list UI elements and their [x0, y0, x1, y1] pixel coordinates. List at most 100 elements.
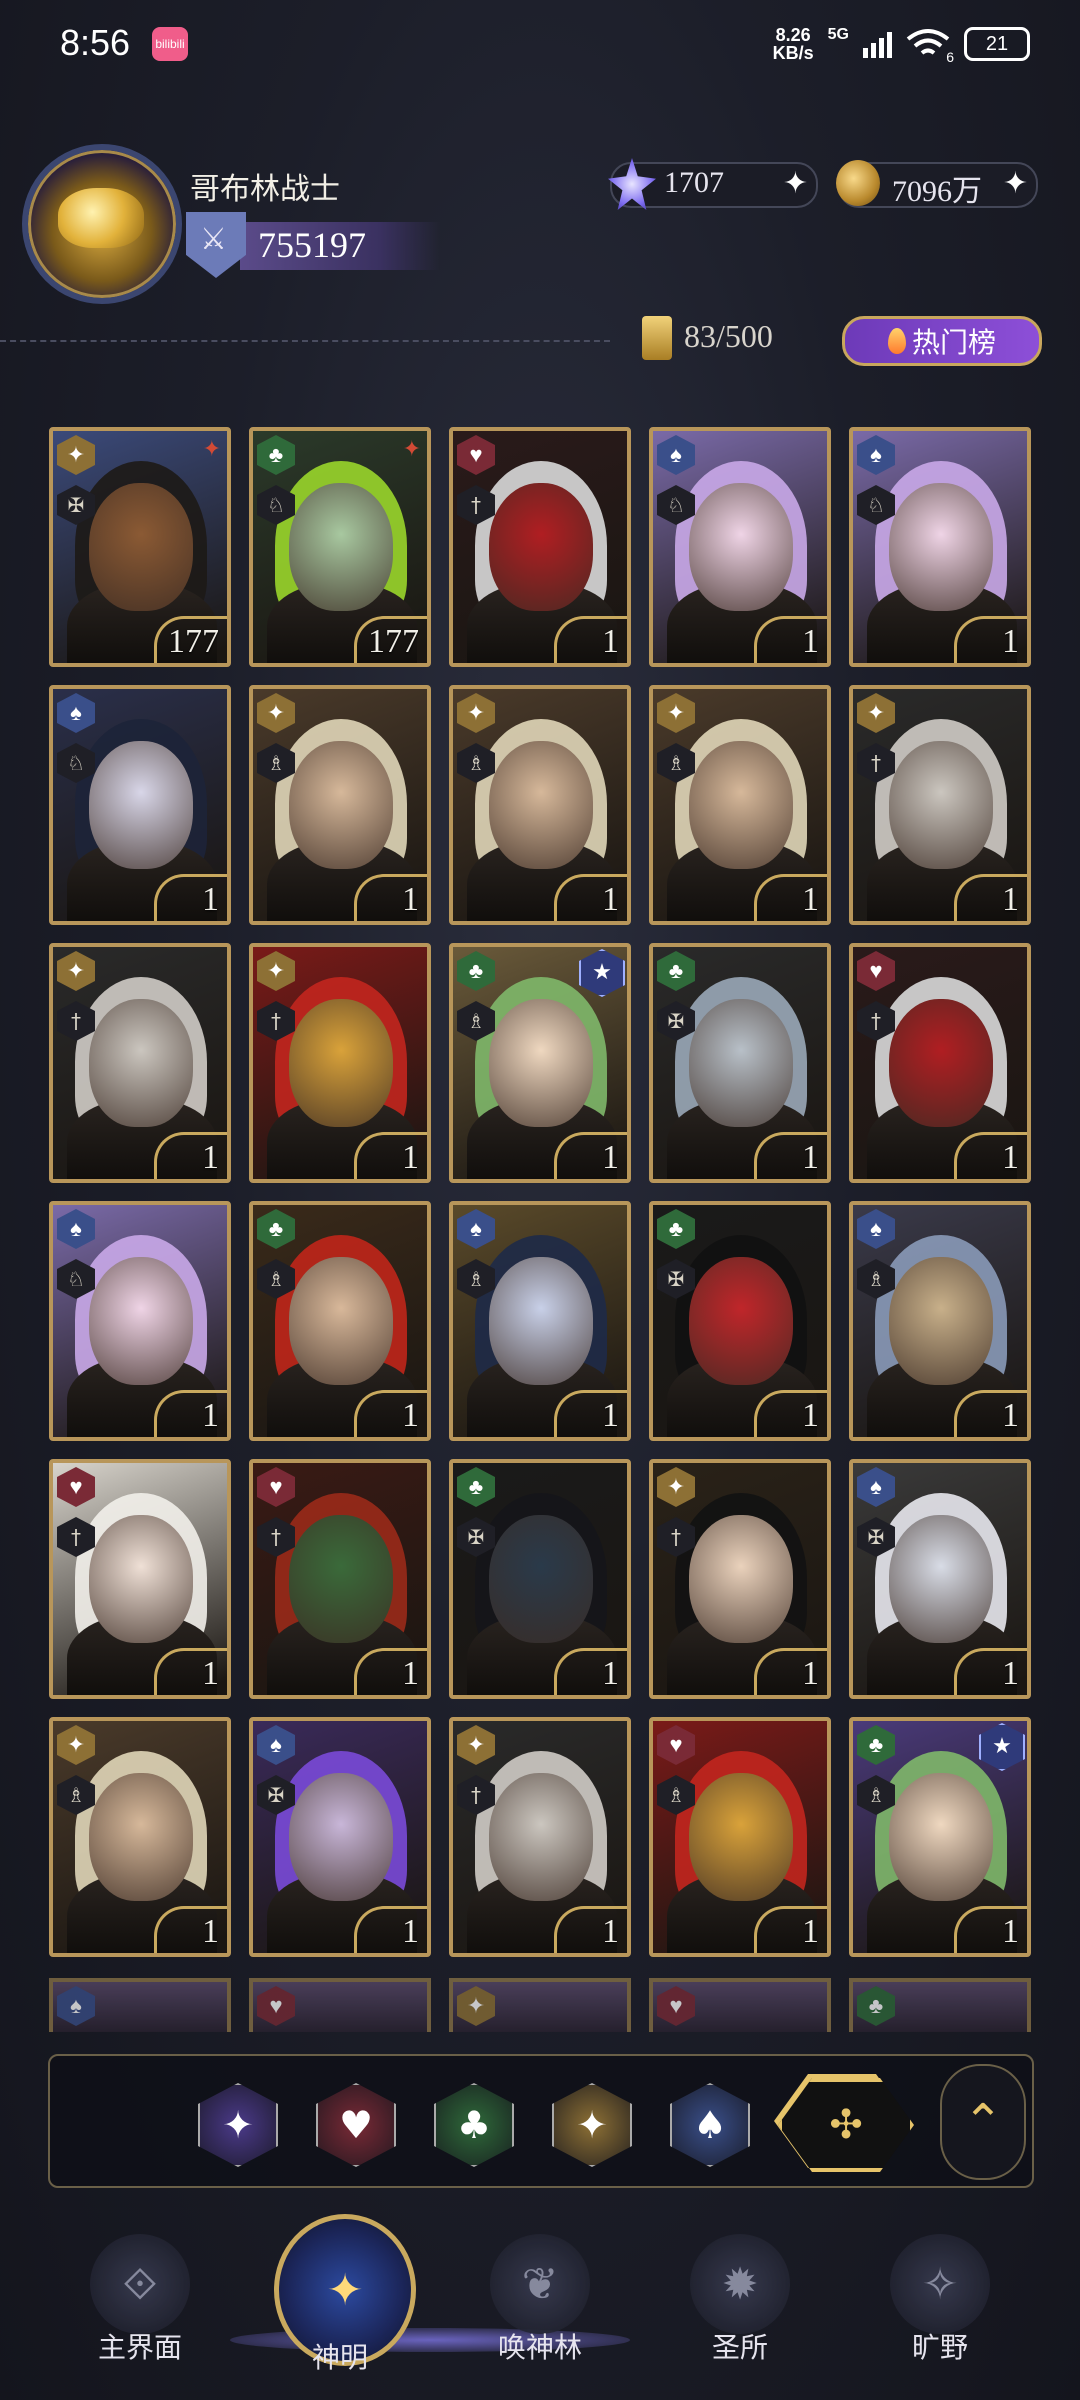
god-card[interactable]: ♣ ♘ ✦ 177	[249, 427, 431, 667]
nav-tab-icon: ✹	[690, 2234, 790, 2334]
card-level: 1	[202, 1913, 219, 1950]
god-card-partial[interactable]: ♥	[249, 1978, 431, 2032]
filter-heart-button[interactable]: ♥	[316, 2083, 396, 2167]
new-mark-icon: ✦	[202, 437, 221, 462]
card-level: 1	[202, 881, 219, 918]
god-card[interactable]: ♥ † 1	[49, 1459, 231, 1699]
golden-frog-icon	[58, 188, 144, 248]
red-heart-suit-icon: ♥	[657, 1986, 695, 2026]
nav-tab-icon: ⟐	[90, 2234, 190, 2334]
god-card[interactable]: ♥ † 1	[449, 427, 631, 667]
god-card-partial[interactable]: ♣	[849, 1978, 1031, 2032]
nav-tab-label: 神明	[311, 2341, 368, 2374]
god-card[interactable]: ♣ ♗ 1	[249, 1201, 431, 1441]
filter-club-button[interactable]: ♣	[434, 2083, 514, 2167]
god-card[interactable]: ✦ ♗ 1	[49, 1717, 231, 1957]
gold-currency[interactable]: 7096万 ✦	[836, 160, 1038, 208]
god-card[interactable]: ✦ † 1	[249, 943, 431, 1183]
card-level: 1	[602, 881, 619, 918]
hot-ranking-label: 热门榜	[911, 326, 996, 359]
god-card[interactable]: ♠ ♘ 1	[849, 427, 1031, 667]
god-card[interactable]: ♣ ✠ 1	[649, 1201, 831, 1441]
suit-filter-bar: ✦ ♥ ♣ ✦ ♠ ✣ ⌃	[48, 2054, 1034, 2188]
add-gold-icon[interactable]: ✦	[1003, 166, 1028, 201]
nav-tab-4[interactable]: ✧ 旷野	[840, 2230, 1040, 2370]
nav-tab-label: 旷野	[911, 2331, 968, 2364]
god-card[interactable]: ♠ ♘ 1	[49, 1201, 231, 1441]
nav-tab-label: 主界面	[97, 2331, 182, 2364]
bilibili-app-icon: bilibili	[152, 27, 188, 61]
filter-purple-star-button[interactable]: ✦	[198, 2083, 278, 2167]
card-level: 1	[802, 1139, 819, 1176]
new-mark-icon: ✦	[402, 437, 421, 462]
god-card[interactable]: ♠ ♗ 1	[449, 1201, 631, 1441]
card-capacity: 83/500	[642, 316, 792, 362]
god-card[interactable]: ♣ ♗ ★ 1	[849, 1717, 1031, 1957]
filter-sparkle-button[interactable]: ✦	[552, 2083, 632, 2167]
nav-tab-3[interactable]: ✹ 圣所	[640, 2230, 840, 2370]
god-card[interactable]: ✦ ♗ 1	[449, 685, 631, 925]
card-level: 1	[602, 623, 619, 660]
god-card[interactable]: ♣ ✠ 1	[649, 943, 831, 1183]
god-card-partial[interactable]: ♠	[49, 1978, 231, 2032]
status-bar: 8:56 bilibili 8.26 KB/s 5G 6 21	[0, 0, 1080, 92]
header-divider	[0, 340, 610, 342]
god-card-partial[interactable]: ✦	[449, 1978, 631, 2032]
crossed-swords-icon: ⚔	[186, 212, 246, 278]
god-card[interactable]: ✦ † 1	[49, 943, 231, 1183]
sparkle-icon: ✦	[576, 2103, 608, 2147]
card-stack-icon	[642, 316, 672, 360]
add-gem-icon[interactable]: ✦	[783, 166, 808, 201]
nav-tab-0[interactable]: ⟐ 主界面	[40, 2230, 240, 2370]
red-heart-suit-icon: ♥	[257, 1986, 295, 2026]
filter-spade-button[interactable]: ♠	[670, 2083, 750, 2167]
god-card[interactable]: ♥ † 1	[249, 1459, 431, 1699]
god-card[interactable]: ♣ ✠ 1	[449, 1459, 631, 1699]
god-card[interactable]: ♠ ♘ 1	[49, 685, 231, 925]
god-card[interactable]: ♣ ♗ ★ 1	[449, 943, 631, 1183]
nav-tab-2[interactable]: ❦ 唤神林	[440, 2230, 640, 2370]
nav-tab-icon: ❦	[490, 2234, 590, 2334]
god-card[interactable]: ♠ ✠ 1	[849, 1459, 1031, 1699]
god-card[interactable]: ✦ † 1	[649, 1459, 831, 1699]
god-card[interactable]: ♠ ♗ 1	[849, 1201, 1031, 1441]
power-value: 755197	[258, 225, 366, 265]
god-card[interactable]: ♥ † 1	[849, 943, 1031, 1183]
network-type: 5G	[827, 26, 849, 43]
god-card[interactable]: ♠ ✠ 1	[249, 1717, 431, 1957]
god-card[interactable]: ♠ ♘ 1	[649, 427, 831, 667]
battery-level: 21	[985, 32, 1009, 55]
gold-star-suit-icon: ✦	[457, 1986, 495, 2026]
nav-tab-label: 唤神林	[497, 2331, 582, 2364]
wifi-sub: 6	[946, 49, 954, 65]
gold-coin-icon	[836, 160, 880, 206]
combat-power: ⚔ 755197	[186, 212, 440, 278]
purple-star-icon: ✦	[222, 2103, 254, 2147]
flame-icon	[887, 328, 906, 354]
god-card-partial[interactable]: ♥	[649, 1978, 831, 2032]
filter-all-icon: ✣	[829, 2102, 863, 2148]
card-level: 1	[602, 1397, 619, 1434]
card-level: 1	[1002, 1139, 1019, 1176]
card-level: 1	[802, 1397, 819, 1434]
status-right: 8.26 KB/s 5G 6 21	[773, 22, 1030, 66]
green-club-suit-icon: ♣	[857, 1986, 895, 2026]
card-level: 1	[602, 1913, 619, 1950]
gem-currency[interactable]: 1707 ✦	[608, 158, 818, 210]
god-card[interactable]: ✦ ♗ 1	[649, 685, 831, 925]
nav-tab-1[interactable]: ✦ 神明	[240, 2214, 440, 2374]
signal-icon	[863, 30, 892, 58]
god-card[interactable]: ✦ ✠ ✦ 177	[49, 427, 231, 667]
god-card[interactable]: ♥ ♗ 1	[649, 1717, 831, 1957]
god-card[interactable]: ✦ † 1	[449, 1717, 631, 1957]
gem-value: 1707	[664, 166, 724, 199]
god-card[interactable]: ✦ † 1	[849, 685, 1031, 925]
collapse-filter-button[interactable]: ⌃	[940, 2064, 1026, 2180]
card-level: 177	[168, 623, 219, 660]
card-level: 1	[402, 881, 419, 918]
player-name: 哥布林战士	[190, 172, 340, 207]
hot-ranking-button[interactable]: 热门榜	[842, 316, 1042, 366]
chevron-up-icon: ⌃	[962, 2094, 1004, 2150]
god-card[interactable]: ✦ ♗ 1	[249, 685, 431, 925]
player-avatar[interactable]	[22, 144, 182, 304]
